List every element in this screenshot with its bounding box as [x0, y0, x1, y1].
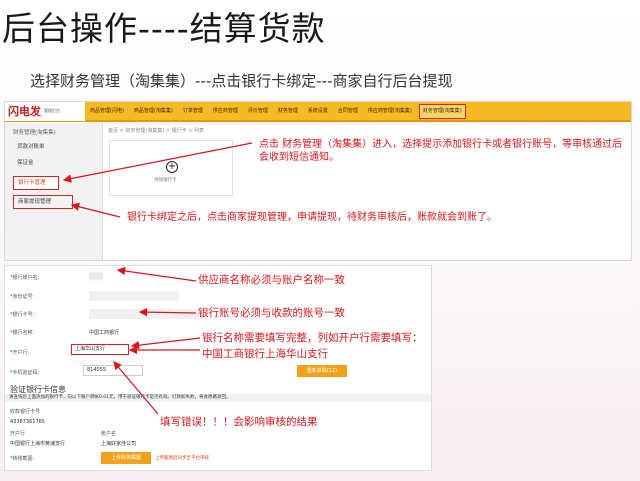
nav-item-suppliers[interactable]: 供应商管理	[208, 102, 243, 121]
slide-subtitle: 选择财务管理（淘集集）---点击银行卡绑定---商家自行后台提现	[30, 72, 453, 90]
nav-item-finance-tjj[interactable]: 财务管理(淘集集)	[418, 103, 466, 119]
upload-tip: 上传截图后同步至平台审核	[155, 456, 209, 461]
sidebar-heading: 财务管理(淘集集)	[13, 130, 56, 136]
logo[interactable]: 闪电发 管理后台	[5, 102, 85, 121]
nav-item-goods-tjj[interactable]: 商品管理(淘集集)	[129, 102, 178, 121]
nav-item-goods-sd[interactable]: 商品管理(闪电)	[85, 102, 129, 121]
nav-item-suppliers-tjj[interactable]: 供应商管理(淘集集)	[363, 102, 417, 121]
nav-item-reviews[interactable]: 评价管理	[243, 102, 273, 121]
admin-screenshot-bank-card: 闪电发 管理后台 商品管理(闪电) 商品管理(淘集集) 订单管理 供应商管理 评…	[4, 101, 632, 261]
label-account-name: *银行账户名：	[10, 275, 43, 281]
verify-hint: 请查询您上面添加的银行卡，向以下账户转帐0.01元。用于验证银行卡是否有效。打款…	[5, 394, 431, 402]
logo-text: 闪电发	[8, 105, 41, 118]
annotation-error-warning: 填写错误！！！会影响审核的结果	[160, 416, 318, 428]
label-card-number: *银行卡号：	[10, 312, 38, 318]
account-name-field[interactable]	[89, 272, 103, 280]
receive-account-label: 账户名	[101, 431, 117, 437]
upload-screenshot-button[interactable]: 上传财务截图	[101, 452, 151, 464]
nav-item-settings[interactable]: 系统设置	[303, 102, 333, 121]
label-bank-name: *银行名称：	[10, 330, 38, 336]
annotation-bank-full-name: 银行名称需要填写完整，列如开户行需要填写：中国工商银行上海华山支行	[202, 332, 423, 360]
receive-branch-value: 中国银行上海市黄浦支行	[10, 441, 66, 447]
logo-subtext: 管理后台	[44, 108, 60, 113]
label-id-number: *身份证号：	[10, 294, 38, 300]
annotation-name-match: 供应商名称必须与账户名称一致	[198, 274, 345, 286]
plus-circle-icon[interactable]: +	[166, 161, 178, 173]
nav-item-finance[interactable]: 财务管理	[273, 102, 303, 121]
sidebar-item-deposit[interactable]: 保证金	[5, 155, 102, 171]
nav-item-contracts[interactable]: 合同管理	[333, 102, 363, 121]
annotation-withdraw: 银行卡绑定之后，点击商家提现管理，申请提现，待财务审核后，账款就会到账了。	[127, 212, 497, 223]
receive-branch-label: 开户行	[10, 431, 26, 437]
annotation-account-match: 银行账号必须与收款的账号一致	[198, 307, 345, 319]
nav-item-orders[interactable]: 订单管理	[178, 102, 208, 121]
breadcrumb: 首页 > 财务管理(淘集集) > 银行卡 > 列表	[108, 128, 205, 134]
bank-card-form-screenshot: *银行账户名： *身份证号： *银行卡号： *银行名称： 中国工商银行 *开户行…	[4, 265, 432, 471]
label-branch: *开户行：	[10, 350, 33, 356]
annotation-enter-finance: 点击 财务管理（淘集集）进入，选择提示添加银行卡或者银行账号，等审核通过后会收到…	[259, 139, 623, 163]
branch-input[interactable]: 上海华山支行	[71, 344, 129, 355]
sms-code-input[interactable]: 814055	[83, 365, 143, 376]
slide-title: 后台操作----结算货款	[2, 9, 326, 48]
top-nav: 闪电发 管理后台 商品管理(闪电) 商品管理(淘集集) 订单管理 供应商管理 评…	[5, 102, 631, 122]
receive-card-number: 43387361765	[10, 419, 45, 425]
add-card-label: 添加银行卡	[154, 178, 177, 183]
resend-sms-button[interactable]: 重新获取(12)	[297, 365, 347, 377]
add-card-box[interactable]: + 添加银行卡	[109, 140, 233, 196]
sidebar-item-withdraw[interactable]: 商家提现管理	[13, 195, 73, 209]
id-number-field[interactable]	[89, 291, 179, 301]
label-sms-code: *手机验证码：	[10, 370, 43, 376]
card-number-field[interactable]	[89, 309, 199, 319]
sidebar: 财务管理(淘集集) 货款对账单 保证金 银行卡管理 商家提现管理	[5, 123, 103, 260]
receive-account-value: 上海好家佳公司	[101, 441, 137, 447]
sidebar-item-statement[interactable]: 货款对账单	[5, 139, 102, 155]
bank-name-value[interactable]: 中国工商银行	[89, 329, 119, 336]
label-transfer-screenshot: *转账截图：	[10, 456, 38, 462]
sidebar-item-bank-card[interactable]: 银行卡管理	[13, 176, 59, 190]
receive-card-label: 收款银行卡号	[10, 409, 41, 415]
